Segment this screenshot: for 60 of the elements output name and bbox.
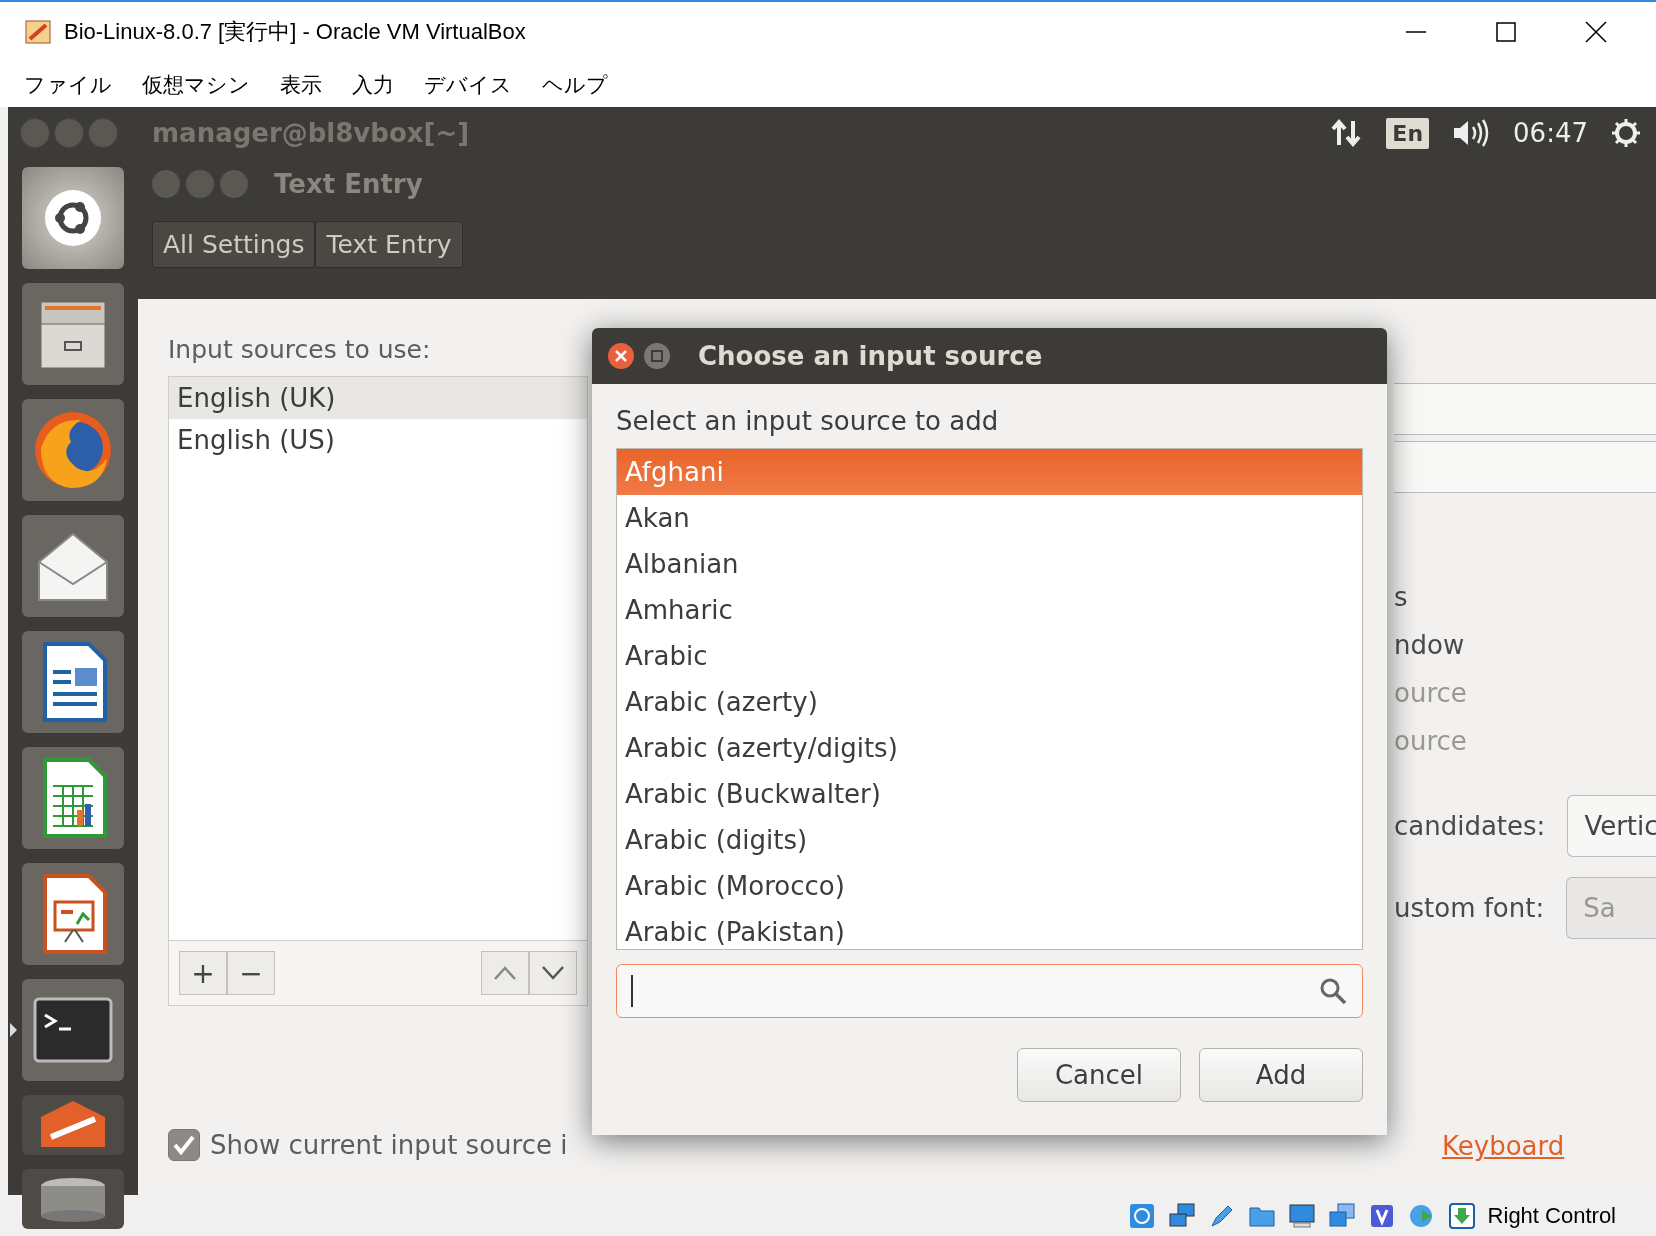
host-key-label: Right Control [1487,1202,1616,1229]
move-up-button[interactable] [481,951,529,995]
maximize-icon[interactable] [1494,20,1518,44]
breadcrumb-button[interactable]: Text Entry [315,221,463,268]
keyboard-indicator[interactable]: En [1386,117,1430,149]
circle-logo-icon[interactable] [42,187,104,249]
list-item[interactable]: Arabic (Buckwalter) [617,771,1362,817]
option-text: ndow [1394,629,1466,662]
menu-item[interactable]: ヘルプ [542,70,608,99]
terminal-icon[interactable] [31,995,115,1065]
menu-item[interactable]: 入力 [352,70,394,99]
list-item[interactable]: Arabic [617,633,1362,679]
move-down-button[interactable] [529,951,577,995]
checkbox-label: Show current input source i [210,1130,568,1160]
list-item[interactable]: English (US) [169,419,587,461]
add-button[interactable]: Add [1199,1048,1363,1102]
cancel-button[interactable]: Cancel [1017,1048,1181,1102]
checkbox[interactable] [168,1129,200,1161]
list-item[interactable]: Akan [617,495,1362,541]
add-button[interactable]: + [179,951,227,995]
search-icon [1318,976,1348,1006]
settings-window-title: Text Entry [274,169,423,199]
windows-icon[interactable] [1327,1201,1356,1230]
terminal-title: manager@bl8vbox[~] [152,118,470,148]
menu-item[interactable]: ファイル [24,70,112,99]
window-title: Bio-Linux-8.0.7 [実行中] - Oracle VM VirtualBox [64,18,526,46]
close-icon[interactable] [606,341,636,371]
chevron-down-icon [541,965,565,981]
list-item[interactable]: Arabic (azerty) [617,679,1362,725]
chevron-up-icon [493,965,517,981]
monitor-icon[interactable] [1287,1201,1316,1230]
remove-button[interactable]: − [227,951,275,995]
option-text: ource [1394,725,1468,758]
breadcrumb-button[interactable]: All Settings [152,221,316,268]
option-text: ource [1394,677,1468,710]
dialog-title: Choose an input source [698,341,1043,371]
close-icon[interactable] [1584,20,1608,44]
dialog-prompt: Select an input source to add [616,406,1000,436]
list-item[interactable]: Arabic (azerty/digits) [617,725,1362,771]
menu-item[interactable]: 表示 [280,70,322,99]
list-item[interactable]: Arabic (Morocco) [617,863,1362,909]
list-item[interactable]: Arabic (digits) [617,817,1362,863]
app-icon [24,17,54,47]
custom-font-label: ustom font: [1394,893,1545,923]
gear-icon[interactable] [1610,117,1642,149]
network-icon[interactable] [1167,1201,1196,1230]
search-field[interactable] [616,964,1363,1018]
list-item[interactable]: Amharic [617,587,1362,633]
clock[interactable]: 06:47 [1513,118,1588,148]
list-item[interactable]: English (UK) [169,377,587,419]
download-icon[interactable] [1447,1201,1476,1230]
list-item[interactable]: Albanian [617,541,1362,587]
candidates-label: candidates: [1394,811,1546,841]
text-field[interactable] [1394,383,1656,435]
option-text: s [1394,581,1409,614]
input-sources-label: Input sources to use: [168,335,432,364]
text-field[interactable] [1394,441,1656,493]
menu-item[interactable]: 仮想マシン [142,70,250,99]
menu-item[interactable]: デバイス [424,70,512,99]
list-item[interactable]: Arabic (Pakistan) [617,909,1362,949]
